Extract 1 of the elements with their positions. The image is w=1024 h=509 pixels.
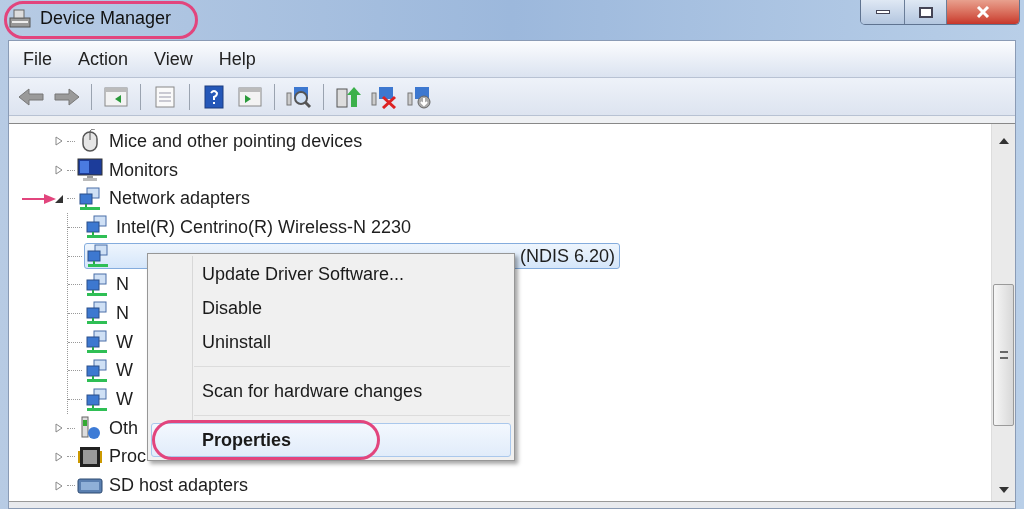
window-title: Device Manager — [40, 9, 172, 27]
